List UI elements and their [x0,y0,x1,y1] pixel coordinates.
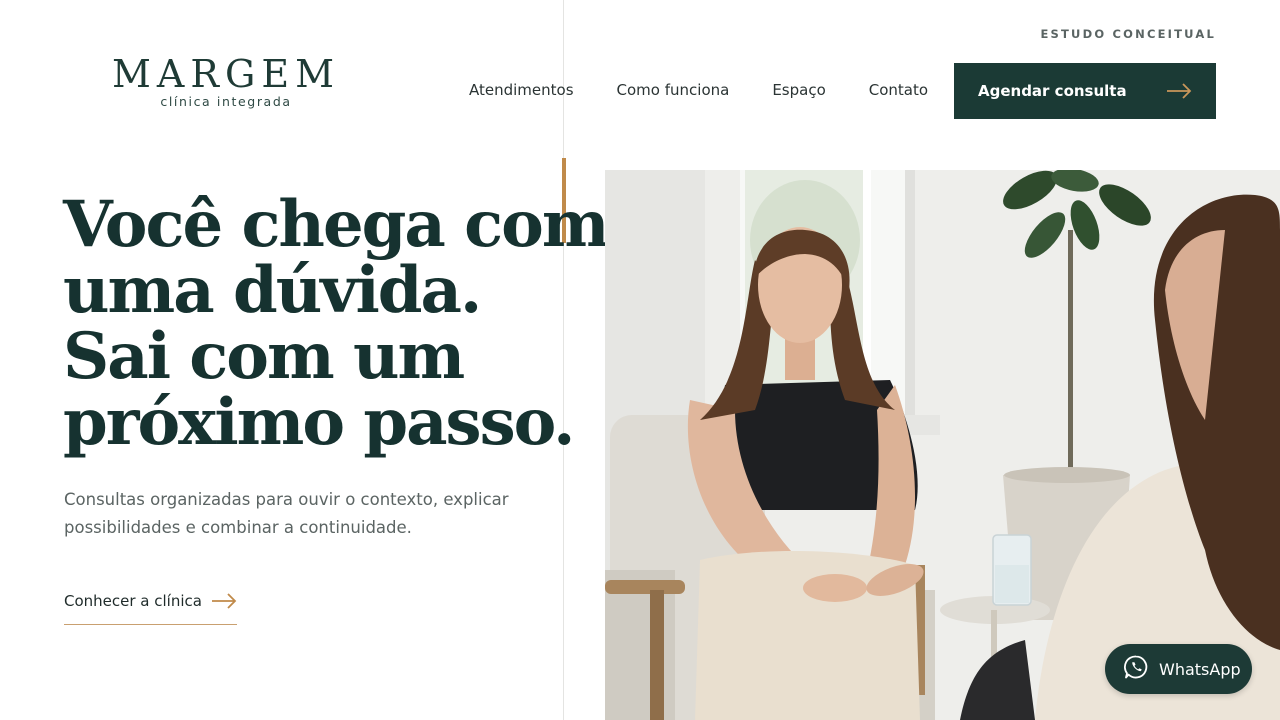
nav-item-atendimentos[interactable]: Atendimentos [469,80,574,100]
schedule-button[interactable]: Agendar consulta [954,63,1216,119]
logo-tagline: clínica integrada [160,94,292,109]
nav-item-contato[interactable]: Contato [869,80,928,100]
main-nav: Atendimentos Como funciona Espaço Contat… [469,80,928,100]
nav-item-como-funciona[interactable]: Como funciona [617,80,730,100]
headline-line: próximo passo. [63,385,575,460]
schedule-button-label: Agendar consulta [978,82,1127,100]
nav-item-espaco[interactable]: Espaço [772,80,825,100]
hero-headline: Você chega com uma dúvida. Sai com um pr… [63,187,610,460]
arrow-right-icon [1166,83,1192,99]
whatsapp-label: WhatsApp [1159,659,1241,679]
concept-tag: ESTUDO CONCEITUAL [1040,27,1216,41]
headline-line: uma dúvida. [63,253,482,328]
learn-more-link[interactable]: Conhecer a clínica [64,590,237,625]
whatsapp-icon [1123,654,1149,685]
arrow-right-icon [211,590,237,615]
logo[interactable]: MARGEM clínica integrada [106,52,346,109]
hero-photo [605,170,1280,720]
learn-more-label: Conhecer a clínica [64,592,202,610]
hero-description: Consultas organizadas para ouvir o conte… [64,490,509,537]
whatsapp-button[interactable]: WhatsApp [1105,644,1252,694]
logo-wordmark: MARGEM [112,52,340,96]
headline-line: Você chega com [63,187,610,262]
headline-line: Sai com um [63,319,465,394]
